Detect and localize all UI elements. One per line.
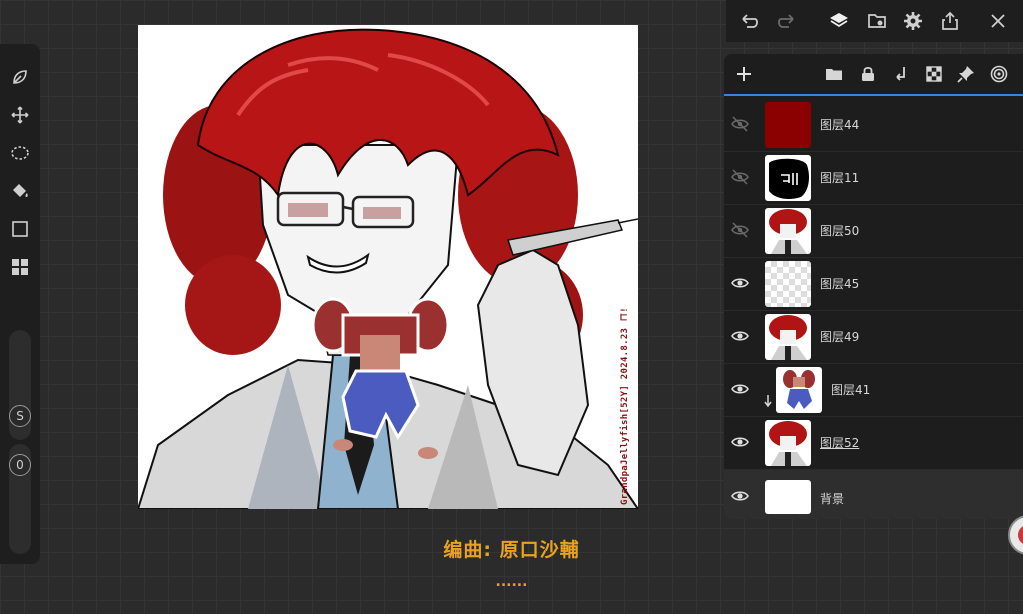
pin-icon[interactable] xyxy=(956,64,976,84)
video-caption: 编曲: 原口沙輔 xyxy=(443,539,580,561)
layer-name: 图层41 xyxy=(831,383,871,397)
layer-panel: 图层44 图层11 图层50 图层45 图层49 图层41 图层52 背景 xyxy=(724,54,1023,519)
layer-row[interactable]: 图层45 xyxy=(724,257,1023,311)
import-icon[interactable] xyxy=(866,10,888,32)
opacity-label: 0 xyxy=(16,458,24,472)
checker-icon[interactable] xyxy=(924,64,944,84)
layer-name: 图层49 xyxy=(820,330,860,344)
eye-icon[interactable] xyxy=(730,432,750,452)
layer-name: 图层50 xyxy=(820,224,860,238)
merge-down-icon[interactable] xyxy=(891,64,911,84)
artist-signature: GrandpaJellyfish[52Y] 2024.8.23 コ! xyxy=(620,306,630,505)
size-label: S xyxy=(16,409,24,423)
layers-icon[interactable] xyxy=(828,10,850,32)
redo-icon[interactable] xyxy=(776,10,798,32)
layer-thumbnail xyxy=(765,480,811,514)
layer-row[interactable]: 图层52 xyxy=(724,416,1023,470)
current-color-swatch xyxy=(1018,525,1023,545)
artwork xyxy=(138,28,638,509)
layer-thumbnail xyxy=(765,420,811,466)
undo-icon[interactable] xyxy=(738,10,760,32)
target-icon[interactable] xyxy=(989,64,1009,84)
layer-name: 图层52 xyxy=(820,436,860,450)
clipping-mask-icon xyxy=(764,395,772,408)
brush-size-knob[interactable]: S xyxy=(9,405,31,427)
eye-icon[interactable] xyxy=(730,486,750,506)
layer-row-selected[interactable]: 背景 xyxy=(724,470,1023,519)
layer-name: 背景 xyxy=(820,492,845,506)
layer-thumbnail xyxy=(765,314,811,360)
rectangle-icon[interactable] xyxy=(9,218,31,240)
layer-name: 图层11 xyxy=(820,171,860,185)
left-toolbar: S 0 xyxy=(0,44,40,564)
layer-thumbnail xyxy=(765,208,811,254)
eye-icon[interactable] xyxy=(730,326,750,346)
fill-bucket-icon[interactable] xyxy=(9,180,31,202)
leaf-icon[interactable] xyxy=(9,66,31,88)
gear-icon[interactable] xyxy=(902,10,924,32)
move-icon[interactable] xyxy=(9,104,31,126)
eye-hidden-icon[interactable] xyxy=(730,114,750,134)
layer-thumbnail xyxy=(765,261,811,307)
caption-ellipsis: ...... xyxy=(495,574,528,590)
layer-name: 图层44 xyxy=(820,118,860,132)
grid-icon[interactable] xyxy=(9,256,31,278)
layer-row[interactable]: 图层50 xyxy=(724,204,1023,258)
close-icon[interactable] xyxy=(987,10,1009,32)
eye-icon[interactable] xyxy=(730,379,750,399)
add-layer-icon[interactable] xyxy=(734,64,754,84)
layer-thumbnail xyxy=(765,155,811,201)
layer-thumbnail xyxy=(776,367,822,413)
eye-icon[interactable] xyxy=(730,273,750,293)
layer-name: 图层45 xyxy=(820,277,860,291)
layer-row[interactable]: 图层49 xyxy=(724,310,1023,364)
lasso-icon[interactable] xyxy=(9,142,31,164)
layer-row[interactable]: 图层44 xyxy=(724,98,1023,152)
layer-thumbnail xyxy=(765,102,811,148)
folder-icon[interactable] xyxy=(824,64,844,84)
opacity-knob[interactable]: 0 xyxy=(9,454,31,476)
lock-icon[interactable] xyxy=(858,64,878,84)
eye-hidden-icon[interactable] xyxy=(730,167,750,187)
top-toolbar xyxy=(726,0,1023,42)
drawing-canvas[interactable]: GrandpaJellyfish[52Y] 2024.8.23 コ! xyxy=(138,25,638,509)
share-icon[interactable] xyxy=(939,10,961,32)
eye-hidden-icon[interactable] xyxy=(730,220,750,240)
layer-row[interactable]: 图层11 xyxy=(724,151,1023,205)
layer-row[interactable]: 图层41 xyxy=(724,363,1023,417)
layer-actions-bar xyxy=(724,54,1023,96)
